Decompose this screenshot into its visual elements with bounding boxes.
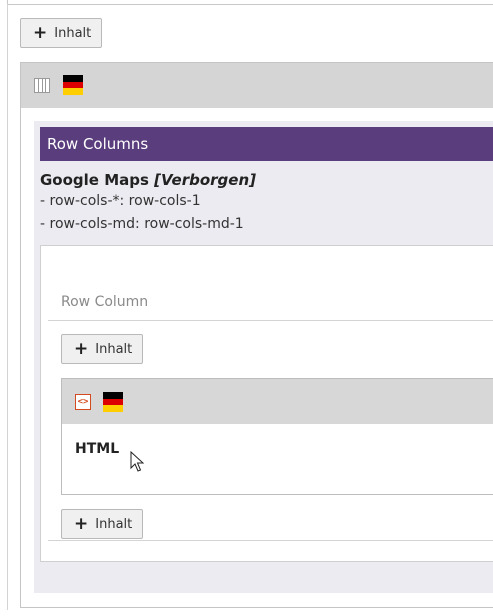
content-title: Google Maps [Verborgen] — [40, 171, 256, 189]
hidden-status: [Verborgen] — [154, 171, 256, 189]
de-flag-icon — [103, 392, 123, 412]
add-content-label: Inhalt — [54, 25, 92, 41]
add-content-button-top[interactable]: + Inhalt — [20, 18, 103, 48]
column-divider — [48, 320, 493, 321]
banner-title: Row Columns — [47, 135, 149, 153]
mouse-cursor-icon — [130, 451, 144, 472]
html-content-element[interactable]: <> HTML — [61, 378, 493, 495]
plus-icon: + — [74, 338, 89, 359]
html-element-label: HTML — [75, 441, 120, 457]
row-columns-icon[interactable] — [34, 78, 50, 93]
html-code-icon[interactable]: <> — [75, 394, 91, 410]
property-line: - row-cols-md: row-cols-md-1 — [40, 216, 244, 232]
content-title-text: Google Maps — [40, 171, 149, 189]
element-header — [21, 63, 493, 108]
plus-icon: + — [33, 22, 48, 43]
add-content-label: Inhalt — [95, 516, 133, 532]
add-content-label: Inhalt — [95, 341, 133, 357]
column-bottom-divider — [48, 540, 493, 541]
html-element-header: <> — [62, 379, 493, 424]
plus-icon: + — [74, 513, 89, 534]
property-line: - row-cols-*: row-cols-1 — [40, 193, 201, 209]
add-content-button-column[interactable]: + Inhalt — [61, 334, 144, 364]
element-type-banner: Row Columns — [40, 127, 493, 161]
de-flag-icon — [63, 75, 83, 95]
column-label: Row Column — [61, 294, 149, 310]
page-frame-side — [7, 4, 8, 610]
page-frame-top — [7, 0, 493, 5]
add-content-button-bottom[interactable]: + Inhalt — [61, 509, 144, 539]
